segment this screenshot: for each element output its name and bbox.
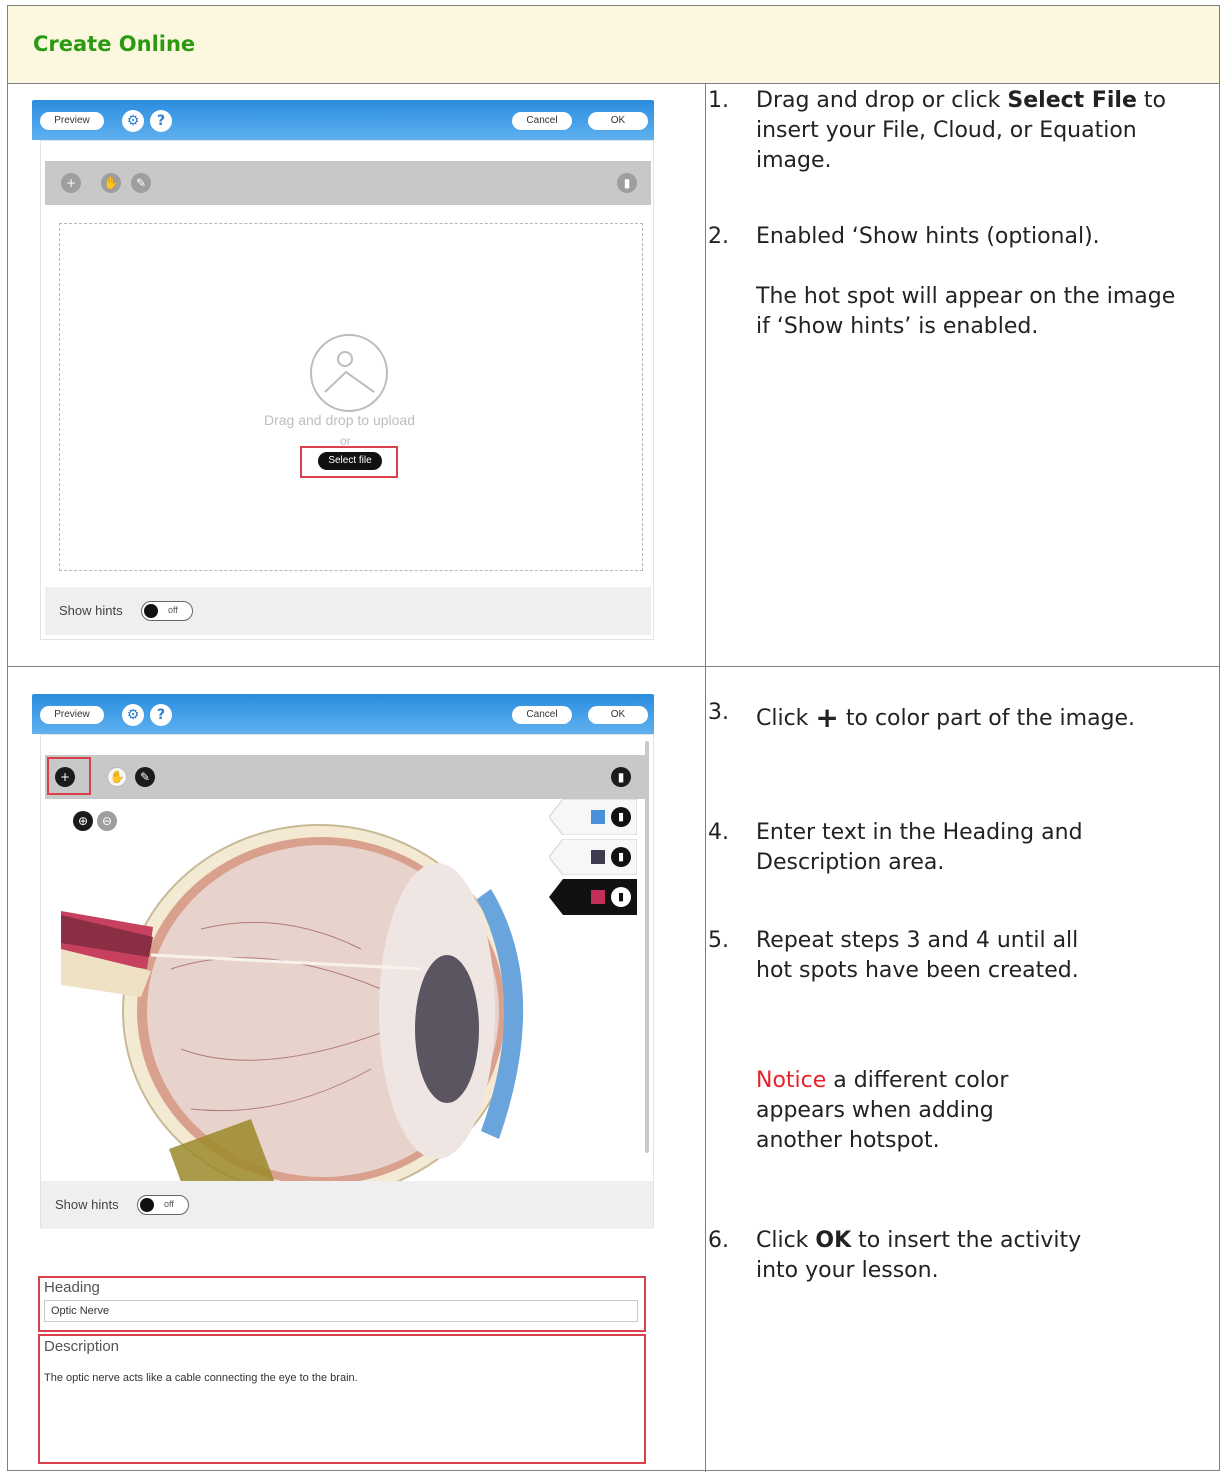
plus-icon: + — [815, 701, 839, 734]
cancel-button[interactable]: Cancel — [512, 112, 572, 130]
drop-text: Drag and drop to upload — [264, 412, 415, 428]
step-text: Click OK to insert the activity into you… — [756, 1226, 1086, 1286]
editor-toolbar: + ✋ ✎ ▮ — [45, 755, 645, 799]
swatch-color — [591, 810, 605, 824]
step-number: 4. — [708, 820, 729, 845]
step-text: Enter text in the Heading and Descriptio… — [756, 820, 1083, 875]
step-emphasis: Select File — [1007, 88, 1137, 113]
step-emphasis: OK — [815, 1228, 852, 1253]
hints-footer: Show hints off — [41, 1181, 653, 1229]
step-text: Repeat steps 3 and 4 until all hot spots… — [756, 928, 1079, 983]
add-button-highlight — [47, 757, 91, 795]
step-text: The hot spot will appear on the image if… — [756, 284, 1176, 339]
steps-column-top: 1. Drag and drop or click Select File to… — [708, 86, 1213, 646]
ok-button[interactable]: OK — [588, 112, 648, 130]
step-text-part: Drag and drop or click — [756, 88, 1008, 113]
trash-icon[interactable]: ▮ — [617, 173, 637, 193]
step-number: 1. — [708, 88, 729, 113]
gear-icon[interactable]: ⚙ — [122, 704, 144, 726]
scrollbar[interactable] — [645, 741, 649, 1153]
description-input[interactable]: The optic nerve acts like a cable connec… — [44, 1372, 634, 1384]
step-number: 5. — [708, 928, 729, 953]
steps-column-bottom: 3. Click + to color part of the image. 4… — [708, 698, 1213, 1338]
toggle-knob — [144, 604, 158, 618]
step-text-part: to color part of the image. — [838, 706, 1136, 731]
step-text: Notice a different color appears when ad… — [756, 1066, 1076, 1156]
pencil-icon[interactable]: ✎ — [135, 767, 155, 787]
ok-button[interactable]: OK — [588, 706, 648, 724]
step-number: 6. — [708, 1228, 729, 1253]
column-divider — [705, 84, 706, 1472]
notice-word: Notice — [756, 1068, 827, 1093]
show-hints-label: Show hints — [59, 603, 123, 618]
hand-icon[interactable]: ✋ — [101, 173, 121, 193]
pencil-icon[interactable]: ✎ — [131, 173, 151, 193]
upload-screenshot: Preview ⚙ ? Cancel OK + ✋ ✎ ▮ Drag and d… — [32, 100, 662, 648]
toggle-knob — [140, 1198, 154, 1212]
help-icon[interactable]: ? — [150, 704, 172, 726]
eye-anatomy-image — [61, 824, 524, 1209]
trash-icon[interactable]: ▮ — [611, 767, 631, 787]
table-header: Create Online — [8, 6, 1219, 84]
trash-icon[interactable]: ▮ — [611, 887, 631, 907]
step-number: 2. — [708, 224, 729, 249]
editor-body: + ✋ ✎ ▮ ⊕ ⊖ ▮ ▮ ▮ Show hints off — [40, 734, 654, 1229]
preview-button[interactable]: Preview — [40, 706, 104, 724]
hand-icon[interactable]: ✋ — [107, 767, 127, 787]
show-hints-toggle[interactable]: off — [141, 601, 193, 621]
instruction-table: Create Online Preview ⚙ ? Cancel OK + ✋ … — [7, 5, 1220, 1472]
select-file-highlight — [300, 446, 398, 478]
preview-button[interactable]: Preview — [40, 112, 104, 130]
row-divider — [8, 666, 1219, 667]
heading-label: Heading — [44, 1279, 100, 1296]
upload-dropzone[interactable]: Drag and drop to upload or Select file — [59, 223, 643, 571]
show-hints-toggle[interactable]: off — [137, 1195, 189, 1215]
toggle-state: off — [164, 1199, 174, 1209]
description-label: Description — [44, 1338, 120, 1355]
toggle-state: off — [168, 605, 178, 615]
trash-icon[interactable]: ▮ — [611, 847, 631, 867]
step-number: 3. — [708, 700, 729, 725]
heading-input[interactable]: Optic Nerve — [44, 1300, 638, 1322]
description-highlight — [38, 1334, 646, 1464]
trash-icon[interactable]: ▮ — [611, 807, 631, 827]
swatch-color — [591, 850, 605, 864]
step-text: Drag and drop or click Select File to in… — [756, 86, 1176, 176]
step-text-part: Click — [756, 706, 816, 731]
hotspot-swatch-gray[interactable]: ▮ — [549, 839, 637, 875]
hotspot-swatch-blue[interactable]: ▮ — [549, 799, 637, 835]
help-icon[interactable]: ? — [150, 110, 172, 132]
step-text: Enabled ‘Show hints (optional). — [756, 224, 1100, 249]
step-text: Click + to color part of the image. — [756, 698, 1176, 739]
swatch-color — [591, 890, 605, 904]
editor-topbar: Preview ⚙ ? Cancel OK — [32, 100, 654, 140]
image-placeholder-icon — [310, 334, 388, 412]
editor-body: + ✋ ✎ ▮ Drag and drop to upload or Selec… — [40, 140, 654, 640]
editor-topbar: Preview ⚙ ? Cancel OK — [32, 694, 654, 734]
add-icon[interactable]: + — [61, 173, 81, 193]
gear-icon[interactable]: ⚙ — [122, 110, 144, 132]
cancel-button[interactable]: Cancel — [512, 706, 572, 724]
hotspot-screenshot: Preview ⚙ ? Cancel OK + ✋ ✎ ▮ ⊕ ⊖ ▮ ▮ ▮ … — [32, 694, 662, 1466]
hotspot-swatch-red-active[interactable]: ▮ — [549, 879, 637, 915]
editor-toolbar: + ✋ ✎ ▮ — [45, 161, 651, 205]
hints-footer: Show hints off — [45, 587, 651, 635]
show-hints-label: Show hints — [55, 1197, 119, 1212]
page-title: Create Online — [33, 32, 196, 56]
step-text-part: Click — [756, 1228, 816, 1253]
